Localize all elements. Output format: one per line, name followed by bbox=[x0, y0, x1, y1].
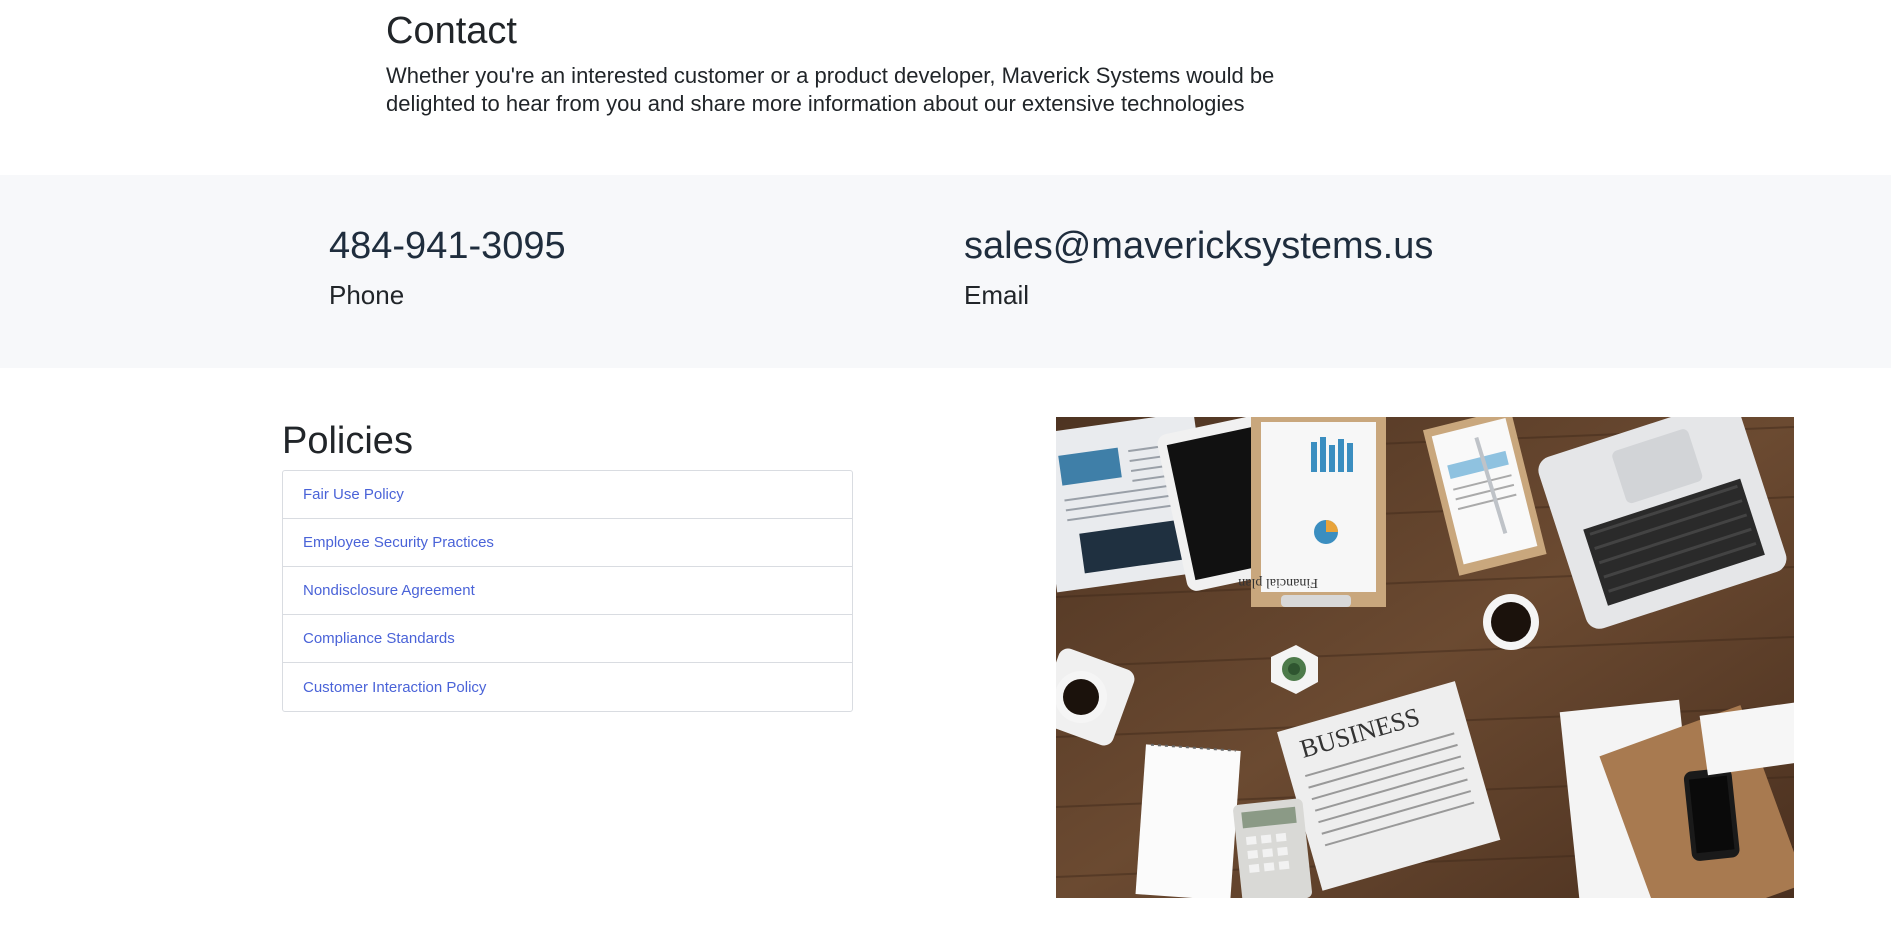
clipboard-text: Financial plan bbox=[1238, 575, 1318, 590]
policy-link-fair-use[interactable]: Fair Use Policy bbox=[303, 486, 404, 503]
desk-illustration: Financial plan BUSINESS bbox=[1056, 417, 1794, 898]
coffee-cup-right bbox=[1483, 594, 1539, 650]
spiral-notepad bbox=[1135, 743, 1241, 898]
phone-label: Phone bbox=[329, 280, 405, 310]
contact-description: Whether you're an interested customer or… bbox=[386, 63, 1275, 116]
email-label: Email bbox=[964, 280, 1030, 310]
calculator-device bbox=[1233, 798, 1312, 898]
phone-block: 484-941-3095 Phone bbox=[329, 223, 566, 311]
email-block: sales@mavericksystems.us Email bbox=[964, 223, 1433, 311]
phone-number[interactable]: 484-941-3095 bbox=[329, 223, 566, 269]
list-item: Fair Use Policy bbox=[283, 471, 852, 519]
contact-info-band: 484-941-3095 Phone sales@mavericksystems… bbox=[0, 175, 1891, 368]
list-item: Compliance Standards bbox=[283, 615, 852, 663]
list-item: Employee Security Practices bbox=[283, 519, 852, 567]
policy-link-compliance[interactable]: Compliance Standards bbox=[303, 630, 455, 647]
policy-list: Fair Use Policy Employee Security Practi… bbox=[282, 470, 853, 712]
page-title: Contact bbox=[386, 10, 517, 52]
office-desk-photo: Financial plan BUSINESS bbox=[1056, 417, 1794, 898]
policy-link-customer-interaction[interactable]: Customer Interaction Policy bbox=[303, 679, 486, 696]
contact-section: Contact Whether you're an interested cus… bbox=[386, 8, 1346, 118]
list-item: Nondisclosure Agreement bbox=[283, 567, 852, 615]
policies-title: Policies bbox=[282, 420, 413, 462]
email-address[interactable]: sales@mavericksystems.us bbox=[964, 223, 1433, 269]
smartphone-device bbox=[1683, 767, 1740, 861]
clipboard-financial-plan: Financial plan bbox=[1238, 417, 1386, 607]
policies-section: Policies Fair Use Policy Employee Securi… bbox=[282, 418, 853, 712]
list-item: Customer Interaction Policy bbox=[283, 663, 852, 711]
policy-link-nondisclosure[interactable]: Nondisclosure Agreement bbox=[303, 582, 475, 599]
policy-link-employee-security[interactable]: Employee Security Practices bbox=[303, 534, 494, 551]
